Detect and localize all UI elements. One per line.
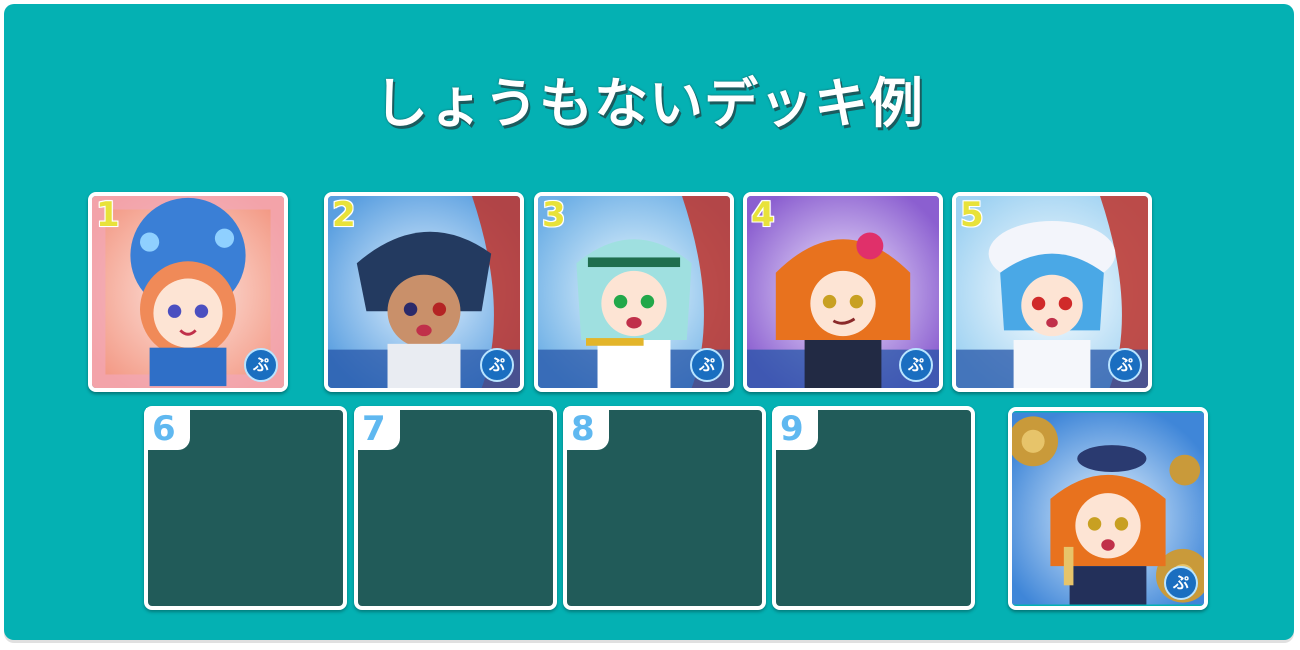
slot-number: 7 — [361, 409, 387, 449]
slot-number: 2 — [331, 195, 357, 235]
slot-number: 6 — [151, 409, 177, 449]
slot-number: 9 — [779, 409, 805, 449]
slot-number: 4 — [750, 195, 776, 235]
attribute-badge-icon: ぷ — [899, 348, 933, 382]
deck-card-4[interactable]: 4 ぷ — [743, 192, 943, 392]
attribute-badge-icon: ぷ — [1108, 348, 1142, 382]
page-title: しょうもないデッキ例 — [374, 72, 924, 135]
attribute-badge-icon: ぷ — [480, 348, 514, 382]
attribute-badge-icon: ぷ — [244, 348, 278, 382]
attribute-badge-icon: ぷ — [690, 348, 724, 382]
deck-card-2[interactable]: 2 ぷ — [324, 192, 524, 392]
empty-slot-7[interactable]: 7 — [354, 406, 557, 610]
empty-slot-9[interactable]: 9 — [772, 406, 975, 610]
deck-card-1[interactable]: 1 ぷ — [88, 192, 288, 392]
empty-slot-8[interactable]: 8 — [563, 406, 766, 610]
attribute-badge-icon: ぷ — [1164, 566, 1198, 600]
slot-number: 8 — [570, 409, 596, 449]
empty-slot-6[interactable]: 6 — [144, 406, 347, 610]
slot-number: 1 — [95, 195, 121, 235]
deck-card-5[interactable]: 5 ぷ — [952, 192, 1152, 392]
slot-number: 5 — [959, 195, 985, 235]
slot-number: 3 — [541, 195, 567, 235]
leader-card[interactable]: ぷ — [1008, 407, 1208, 610]
deck-card-3[interactable]: 3 ぷ — [534, 192, 734, 392]
